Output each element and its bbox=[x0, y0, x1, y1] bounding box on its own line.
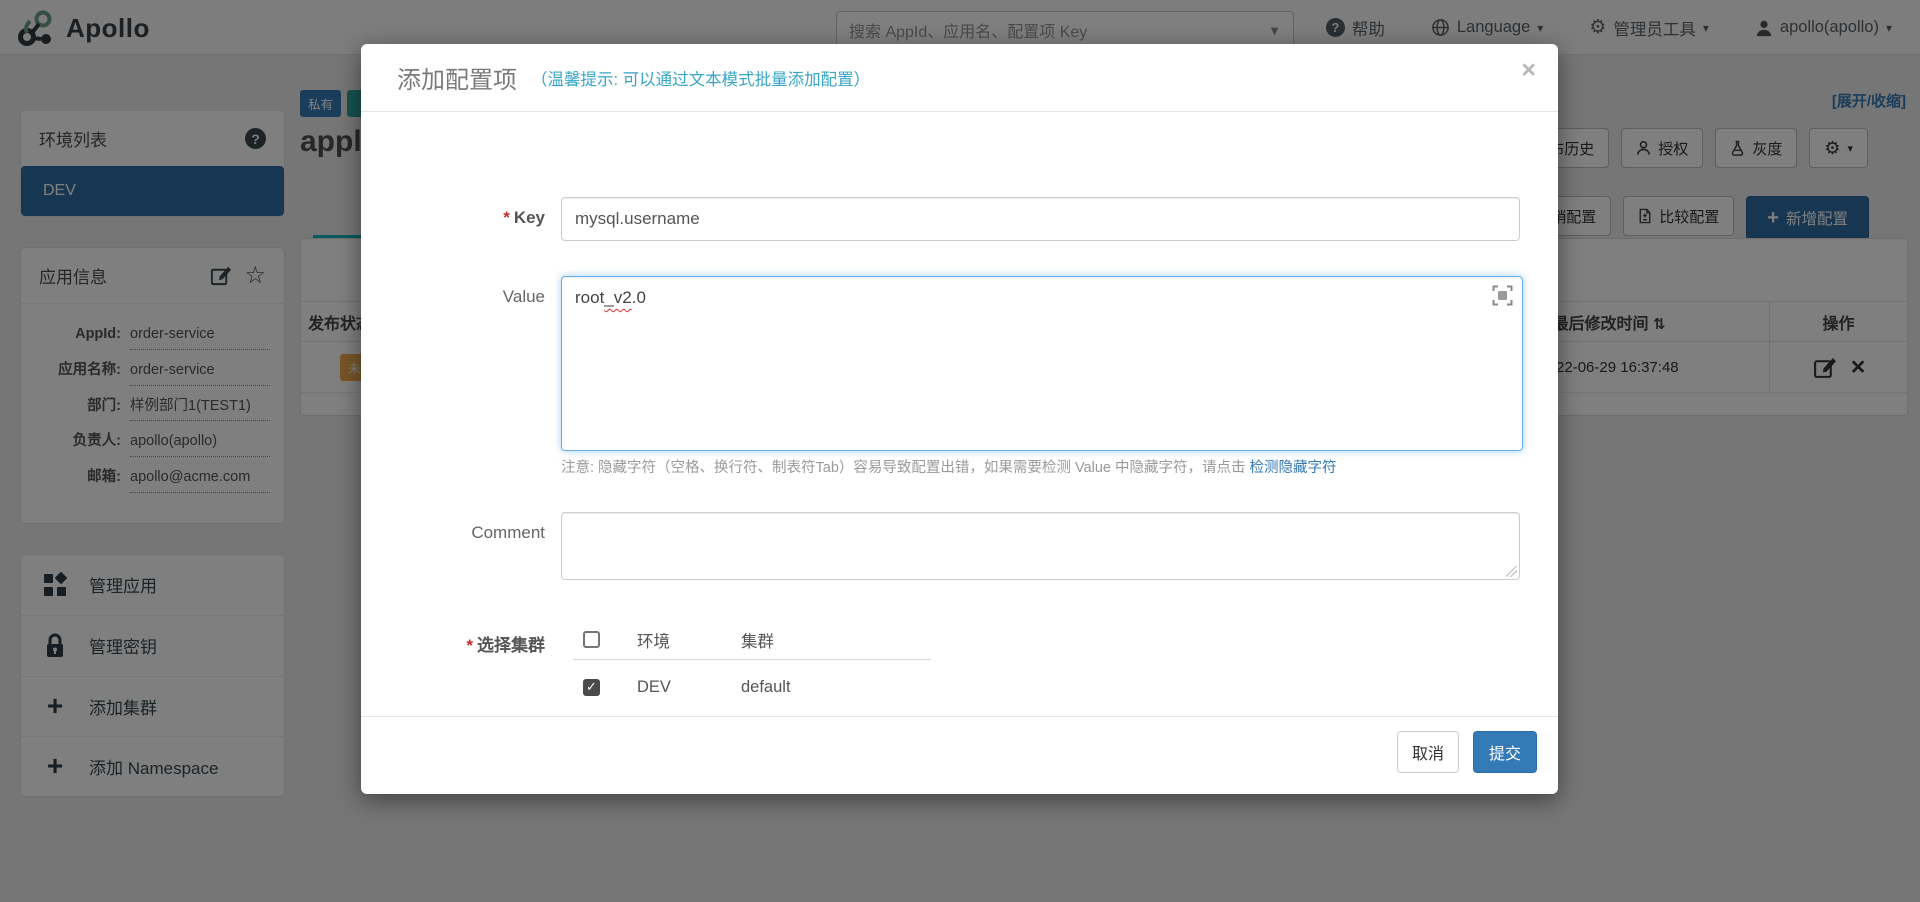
close-icon[interactable]: × bbox=[1521, 58, 1536, 83]
value-label: Value bbox=[502, 287, 545, 306]
modal-title: 添加配置项 bbox=[397, 67, 517, 94]
cluster-table: 环境 集群 ✓ DEV default bbox=[573, 620, 1133, 707]
cluster-header-cluster: 集群 bbox=[741, 632, 774, 651]
value-textarea[interactable]: root_v2.0 bbox=[561, 276, 1523, 451]
select-all-checkbox[interactable] bbox=[583, 631, 600, 648]
choose-cluster-label: * 选择集群 bbox=[466, 636, 545, 655]
key-input[interactable] bbox=[561, 197, 1520, 241]
resize-grip[interactable] bbox=[1506, 566, 1517, 577]
required-asterisk: * bbox=[466, 636, 473, 655]
modal-tip: （温馨提示: 可以通过文本模式批量添加配置） bbox=[531, 70, 871, 89]
key-label: * Key bbox=[503, 208, 545, 227]
cluster-checkbox-checked[interactable]: ✓ bbox=[583, 678, 600, 696]
spellcheck-squiggle: _v2 bbox=[604, 288, 632, 307]
required-asterisk: * bbox=[503, 208, 510, 227]
cancel-button[interactable]: 取消 bbox=[1397, 731, 1459, 773]
fullscreen-expand-icon[interactable] bbox=[1492, 285, 1513, 306]
comment-textarea[interactable] bbox=[561, 512, 1520, 580]
cluster-table-header: 环境 集群 bbox=[573, 620, 931, 660]
detect-hidden-chars-link[interactable]: 检测隐藏字符 bbox=[1250, 460, 1337, 476]
hidden-char-note: 注意: 隐藏字符（空格、换行符、制表符Tab）容易导致配置出错，如果需要检测 V… bbox=[561, 460, 1337, 476]
cluster-row-cluster: default bbox=[741, 677, 791, 696]
comment-label: Comment bbox=[471, 523, 545, 542]
cluster-row: ✓ DEV default bbox=[573, 667, 1133, 707]
add-config-modal: 添加配置项 （温馨提示: 可以通过文本模式批量添加配置） × *Key Valu… bbox=[361, 44, 1558, 794]
cluster-header-env: 环境 bbox=[637, 632, 670, 651]
submit-button[interactable]: 提交 bbox=[1473, 731, 1537, 773]
cluster-row-env: DEV bbox=[637, 677, 671, 696]
